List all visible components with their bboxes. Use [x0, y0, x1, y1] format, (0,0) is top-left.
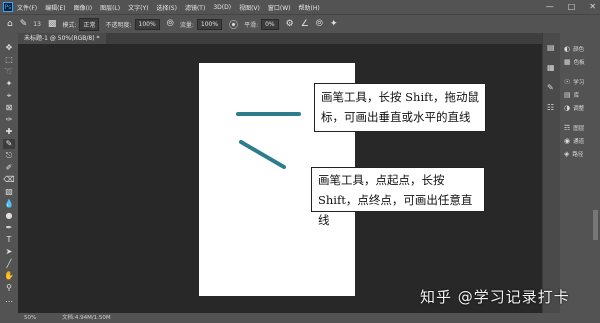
tools-panel: ✥ ⬚ ➰ ✦ ⌖ ⊠ ✑ ✚ ✎ ⎋ ✐ ⌫ ▧ 💧 ● ✒ T ➤ ╱ ✋ …	[0, 33, 18, 313]
minimize-icon[interactable]: —	[546, 2, 554, 11]
layers-icon: ☶	[564, 124, 571, 132]
libraries-icon: ▤	[564, 91, 571, 99]
panel-label: 调整	[573, 106, 585, 112]
panel-label: 图层	[573, 126, 585, 132]
brush-tool-icon[interactable]: ✎	[20, 19, 28, 29]
flow-label: 流量:	[179, 21, 194, 29]
pressure-size-icon[interactable]: ⦾	[316, 19, 323, 29]
panel-label: 通道	[573, 139, 585, 145]
window-controls: — □ ✕	[546, 2, 596, 11]
symmetry-icon[interactable]: ✦	[330, 19, 338, 29]
properties-icon[interactable]: ▦	[547, 63, 555, 72]
panel-libraries[interactable]: ▤ 库	[564, 91, 579, 99]
menu-view[interactable]: 视图(V)	[239, 3, 260, 12]
move-tool-icon[interactable]: ✥	[3, 43, 15, 53]
color-icon: ◐	[564, 45, 571, 53]
lasso-tool-icon[interactable]: ➰	[3, 67, 15, 77]
opacity-label: 不透明度:	[105, 21, 132, 29]
menu-window[interactable]: 窗口(W)	[268, 3, 291, 12]
panels-dock: ◐ 颜色 ▦ 色板 ☉ 学习 ▤ 库 ◑ 调整 ☶ 图层 ◉ 通道 ◈ 路径	[560, 33, 600, 313]
menu-edit[interactable]: 编辑(E)	[45, 3, 65, 12]
eyedropper-tool-icon[interactable]: ✑	[3, 115, 15, 125]
panel-adjustments[interactable]: ◑ 调整	[564, 104, 584, 112]
menu-3d[interactable]: 3D(D)	[213, 4, 231, 11]
mode-select[interactable]: 正常	[79, 17, 100, 31]
learn-icon: ☉	[564, 78, 571, 86]
panel-label: 库	[573, 93, 580, 99]
mode-label: 模式:	[62, 21, 77, 29]
brush-settings-icon[interactable]: ✎	[547, 83, 554, 92]
zoom-tool-icon[interactable]: ⚲	[3, 283, 15, 293]
panel-scrollbar[interactable]	[593, 210, 598, 240]
brush-size[interactable]: 13	[33, 21, 41, 28]
quick-select-tool-icon[interactable]: ✦	[3, 79, 15, 89]
menu-file[interactable]: 文件(F)	[17, 3, 37, 12]
menu-image[interactable]: 图像(I)	[74, 3, 92, 12]
hand-tool-icon[interactable]: ✋	[3, 271, 15, 281]
callout-straight-line: 画笔工具，长按 Shift，拖动鼠标，可画出垂直或水平的直线	[314, 83, 486, 132]
panel-paths[interactable]: ◈ 路径	[564, 150, 583, 158]
menu-layer[interactable]: 图层(L)	[100, 3, 120, 12]
airbrush-icon[interactable]: ⦿	[229, 18, 238, 31]
panel-layers[interactable]: ☶ 图层	[564, 124, 584, 132]
menu-bar: Ps 文件(F) 编辑(E) 图像(I) 图层(L) 文字(Y) 选择(S) 滤…	[0, 0, 600, 14]
panel-label: 颜色	[573, 47, 585, 53]
history-brush-tool-icon[interactable]: ✐	[3, 163, 15, 173]
paths-icon: ◈	[564, 150, 570, 158]
opacity-field[interactable]: 100%	[134, 18, 160, 30]
gear-icon[interactable]: ⚙	[286, 19, 294, 29]
panel-label: 色板	[573, 60, 585, 66]
menu-type[interactable]: 文字(Y)	[128, 3, 148, 12]
panel-label: 路径	[572, 152, 584, 158]
history-icon[interactable]: ▤	[547, 43, 555, 52]
healing-brush-tool-icon[interactable]: ✚	[3, 127, 15, 137]
document-tabbar: 未标题-1 @ 50%(RGB/8) *	[18, 33, 542, 44]
collapsed-panel-strip: ▤ ▦ ✎ ☷	[542, 33, 561, 313]
more-tools-icon[interactable]: ⋯	[3, 297, 15, 307]
panel-learn[interactable]: ☉ 学习	[564, 78, 584, 86]
document-tab[interactable]: 未标题-1 @ 50%(RGB/8) *	[18, 33, 106, 44]
home-icon[interactable]: ⌂	[7, 19, 13, 29]
photoshop-logo: Ps	[3, 2, 13, 12]
pressure-opacity-icon[interactable]: ⦾	[167, 19, 174, 29]
flow-field[interactable]: 100%	[196, 18, 223, 30]
panel-swatches[interactable]: ▦ 色板	[564, 58, 585, 66]
maximize-icon[interactable]: □	[568, 2, 576, 11]
panel-color[interactable]: ◐ 颜色	[564, 45, 584, 53]
gradient-tool-icon[interactable]: ▧	[3, 187, 15, 197]
adjustments-icon: ◑	[564, 104, 571, 112]
menu-help[interactable]: 帮助(H)	[299, 3, 320, 12]
shape-tool-icon[interactable]: ╱	[3, 259, 15, 269]
panel-channels[interactable]: ◉ 通道	[564, 137, 584, 145]
swatches-icon: ▦	[564, 58, 571, 66]
callout-any-line: 画笔工具，点起点，长按 Shift，点终点，可画出任意直线	[311, 167, 485, 227]
channels-icon: ◉	[564, 137, 571, 145]
menu-filter[interactable]: 滤镜(T)	[185, 3, 205, 12]
close-icon[interactable]: ✕	[589, 2, 596, 11]
clone-stamp-tool-icon[interactable]: ⎋	[3, 151, 15, 161]
blur-tool-icon[interactable]: 💧	[3, 199, 15, 209]
zoom-level[interactable]: 50%	[24, 315, 36, 321]
frame-tool-icon[interactable]: ⊠	[3, 103, 15, 113]
dodge-tool-icon[interactable]: ●	[3, 211, 15, 221]
pen-tool-icon[interactable]: ✒	[3, 223, 15, 233]
brush-tool-icon[interactable]: ✎	[3, 139, 15, 149]
options-bar: ⌂ ✎ 13 ▩ 模式: 正常 不透明度: 100% ⦾ 流量: 100% ⦿ …	[0, 14, 600, 34]
angle-icon[interactable]: ∠	[301, 19, 309, 29]
type-tool-icon[interactable]: T	[3, 235, 15, 245]
smooth-label: 平滑:	[244, 21, 259, 29]
zhihu-watermark: 知乎 @学习记录打卡	[420, 288, 570, 306]
marquee-tool-icon[interactable]: ⬚	[3, 55, 15, 65]
brush-panel-icon[interactable]: ▩	[48, 19, 57, 29]
menu-select[interactable]: 选择(S)	[156, 3, 177, 12]
panel-label: 学习	[573, 80, 585, 86]
document-info: 文档:4.94M/1.50M	[61, 315, 111, 321]
status-bar: 50% 文档:4.94M/1.50M	[0, 313, 600, 323]
adjust-icon[interactable]: ☷	[547, 103, 554, 112]
eraser-tool-icon[interactable]: ⌫	[3, 175, 15, 185]
smooth-field[interactable]: 0%	[261, 18, 279, 30]
crop-tool-icon[interactable]: ⌖	[3, 91, 15, 101]
path-select-tool-icon[interactable]: ➤	[3, 247, 15, 257]
